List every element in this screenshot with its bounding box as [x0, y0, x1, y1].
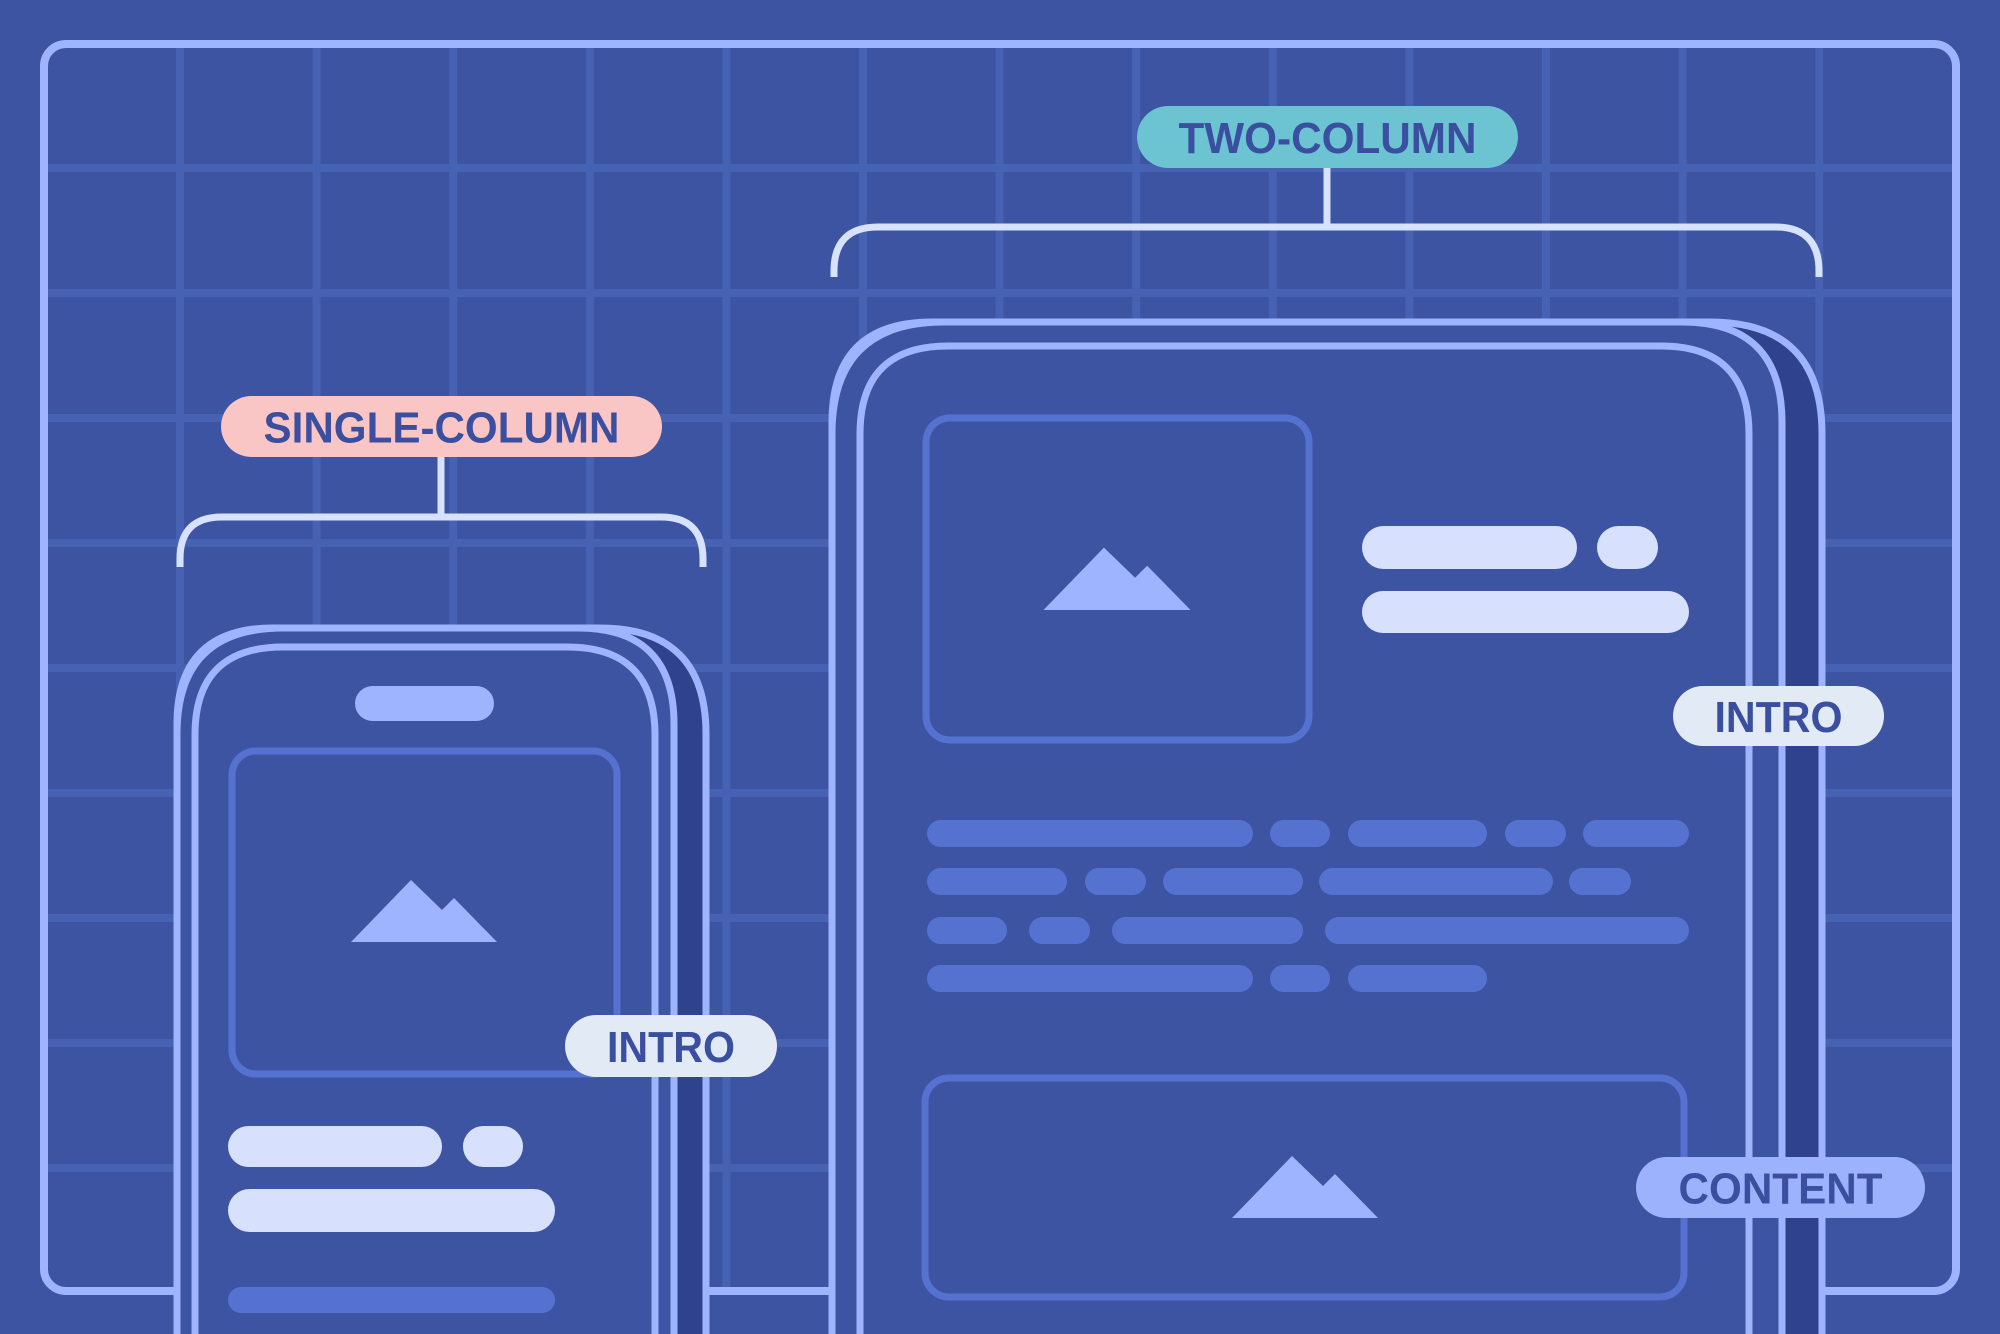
- tablet-content-label-text: CONTENT: [1679, 1164, 1883, 1213]
- tablet-body-text-word: [1325, 917, 1689, 944]
- single-column-label: SINGLE-COLUMN: [221, 396, 662, 457]
- mobile-device: [173, 624, 710, 1334]
- tablet-body-text-word: [1569, 868, 1631, 895]
- tablet-body-text-word: [1348, 965, 1487, 992]
- tablet-body-text-word: [1163, 868, 1303, 895]
- tablet-intro-label-text: INTRO: [1715, 693, 1843, 742]
- tablet-body-text-word: [927, 820, 1253, 847]
- tablet-body-text-word: [1029, 917, 1090, 944]
- phone-tag-bar: [463, 1126, 523, 1167]
- tablet-body-text-word: [1085, 868, 1146, 895]
- phone-intro-label: INTRO: [565, 1015, 777, 1077]
- tablet-body-text-word: [1270, 820, 1330, 847]
- tablet-body-text-word: [927, 868, 1067, 895]
- tablet-body-text-word: [1583, 820, 1689, 847]
- phone-subtitle-bar: [228, 1189, 555, 1232]
- tablet-body-text-word: [927, 917, 1007, 944]
- two-column-label: TWO-COLUMN: [1137, 106, 1518, 168]
- tablet-body-text-word: [1319, 868, 1553, 895]
- phone-title-bar: [228, 1126, 442, 1167]
- tablet-body-text-word: [1270, 965, 1330, 992]
- tablet-body-text-word: [927, 965, 1253, 992]
- two-column-label-text: TWO-COLUMN: [1179, 114, 1477, 163]
- phone-notch: [355, 686, 494, 721]
- single-column-label-text: SINGLE-COLUMN: [264, 403, 620, 452]
- tablet-tag-bar: [1597, 526, 1658, 569]
- phone-body-text-bar: [228, 1287, 555, 1313]
- tablet-title-bar: [1362, 526, 1577, 569]
- tablet-content-label: CONTENT: [1636, 1157, 1925, 1218]
- phone-intro-label-text: INTRO: [607, 1023, 735, 1072]
- tablet-intro-label: INTRO: [1673, 686, 1884, 746]
- tablet-body-text-word: [1505, 820, 1566, 847]
- layout-diagram: SINGLE-COLUMN TWO-COLUMN INTRO INTRO CON…: [0, 0, 2000, 1334]
- tablet-body-text-word: [1112, 917, 1303, 944]
- tablet-subtitle-bar: [1362, 591, 1689, 633]
- tablet-body-text-word: [1348, 820, 1487, 847]
